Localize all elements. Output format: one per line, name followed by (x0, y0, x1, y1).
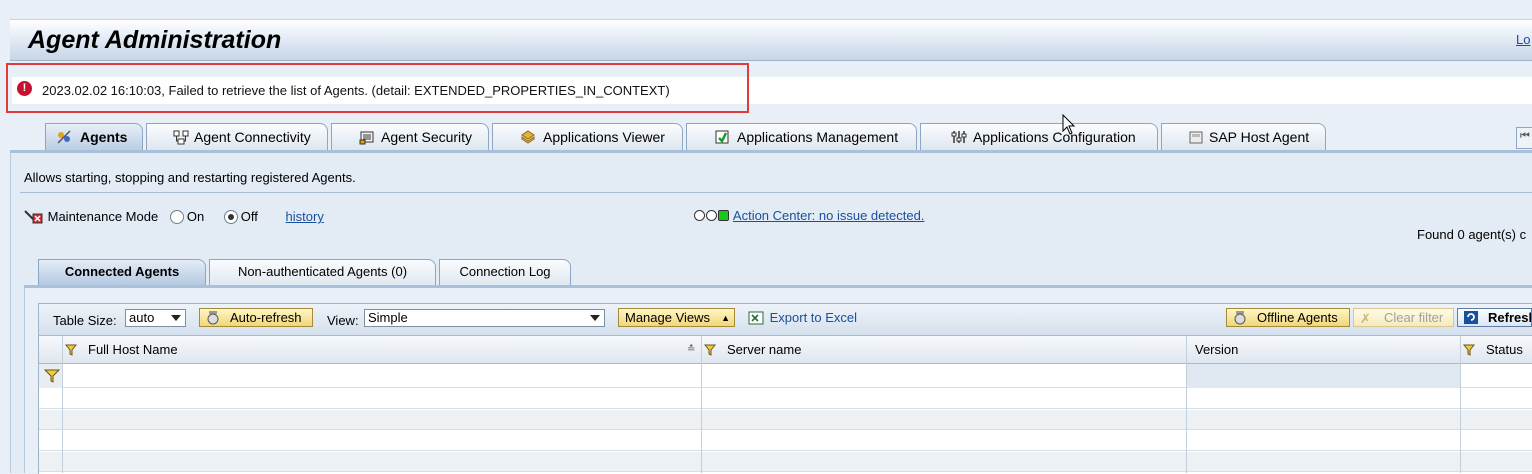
subtab-connected-agents[interactable]: Connected Agents (38, 259, 206, 285)
column-full-host-name[interactable]: Full Host Name (88, 342, 178, 357)
maintenance-on-radio[interactable] (169, 210, 184, 224)
tab-sap-host-agent[interactable]: SAP Host Agent (1161, 123, 1326, 150)
chevron-down-icon (171, 315, 181, 321)
divider (20, 192, 1532, 193)
refresh-icon (1464, 311, 1478, 324)
table-size-select[interactable]: auto (125, 309, 186, 327)
filter-icon[interactable] (44, 368, 60, 384)
message-highlight-box (6, 63, 749, 113)
column-divider (62, 336, 63, 473)
maintenance-off-label: Off (240, 209, 258, 224)
filter-icon[interactable] (1463, 344, 1475, 356)
tab-applications-viewer[interactable]: Applications Viewer (492, 123, 683, 150)
subtab-non-authenticated-agents[interactable]: Non-authenticated Agents (0) (209, 259, 436, 285)
table-row[interactable] (39, 431, 1532, 451)
found-count: Found 0 agent(s) c (1417, 227, 1527, 242)
maintenance-off-radio[interactable] (223, 210, 238, 224)
column-divider (1460, 336, 1461, 473)
column-divider (701, 336, 702, 473)
clear-filter-button[interactable]: ✗ Clear filter (1353, 308, 1454, 327)
timer-icon (207, 311, 219, 325)
page-description: Allows starting, stopping and restarting… (24, 170, 356, 185)
status-light-icon (706, 210, 717, 221)
view-select[interactable]: Simple (364, 309, 605, 327)
filter-icon[interactable] (704, 344, 716, 356)
agents-icon (57, 130, 71, 144)
auto-refresh-button[interactable]: Auto-refresh (199, 308, 313, 327)
clear-filter-icon: ✗ (1360, 311, 1371, 326)
table-row[interactable] (39, 389, 1532, 409)
column-divider (1186, 336, 1187, 473)
filter-cell-version[interactable] (1187, 364, 1460, 388)
tab-applications-configuration[interactable]: Applications Configuration (920, 123, 1158, 150)
table-row[interactable] (39, 452, 1532, 472)
offline-agents-button[interactable]: Offline Agents (1226, 308, 1350, 327)
maintenance-mode-label: Maintenance Mode (47, 209, 159, 224)
mouse-cursor-icon (1062, 114, 1076, 135)
sort-icon[interactable]: ≛ (687, 344, 695, 355)
logout-link[interactable]: Lo (1516, 32, 1530, 47)
table-row[interactable] (39, 410, 1532, 430)
tab-agent-security[interactable]: Agent Security (331, 123, 489, 150)
status-ok-icon (718, 210, 729, 221)
history-link[interactable]: history (286, 209, 324, 224)
subtab-connection-log[interactable]: Connection Log (439, 259, 571, 285)
maintenance-icon (24, 210, 43, 224)
security-icon (359, 131, 374, 145)
filter-icon[interactable] (65, 344, 77, 356)
action-center-link[interactable]: Action Center: no issue detected. (733, 208, 925, 223)
column-version[interactable]: Version (1195, 342, 1238, 357)
manage-views-button[interactable]: Manage Views ▲ (618, 308, 735, 327)
column-server-name[interactable]: Server name (727, 342, 801, 357)
excel-icon (748, 311, 764, 325)
refresh-button[interactable]: Refresh (1457, 308, 1532, 327)
viewer-icon (521, 130, 535, 144)
maintenance-on-label: On (186, 209, 205, 224)
tab-agent-connectivity[interactable]: Agent Connectivity (146, 123, 328, 150)
host-agent-icon (1189, 131, 1203, 144)
view-label: View: (327, 313, 359, 328)
column-status[interactable]: Status (1486, 342, 1523, 357)
action-center-status: Action Center: no issue detected. (694, 208, 924, 223)
status-light-icon (694, 210, 705, 221)
scroll-left-icon: ⏮ (1520, 130, 1530, 142)
tab-applications-management[interactable]: Applications Management (686, 123, 917, 150)
maintenance-mode-row: Maintenance Mode On Off history (24, 208, 324, 224)
management-icon (715, 130, 729, 144)
tab-scroll-button[interactable]: ⏮ (1516, 127, 1532, 149)
table-size-label: Table Size: (53, 313, 117, 328)
export-excel-link[interactable]: Export to Excel (748, 310, 857, 326)
configuration-icon (951, 131, 967, 143)
triangle-up-icon: ▲ (721, 313, 730, 323)
timer-icon (1234, 311, 1246, 325)
tab-agents[interactable]: Agents (45, 123, 143, 151)
chevron-down-icon (590, 315, 600, 321)
connectivity-icon (173, 130, 189, 145)
page-title: Agent Administration (28, 26, 282, 54)
page-header: Agent Administration Lo (10, 19, 1532, 61)
